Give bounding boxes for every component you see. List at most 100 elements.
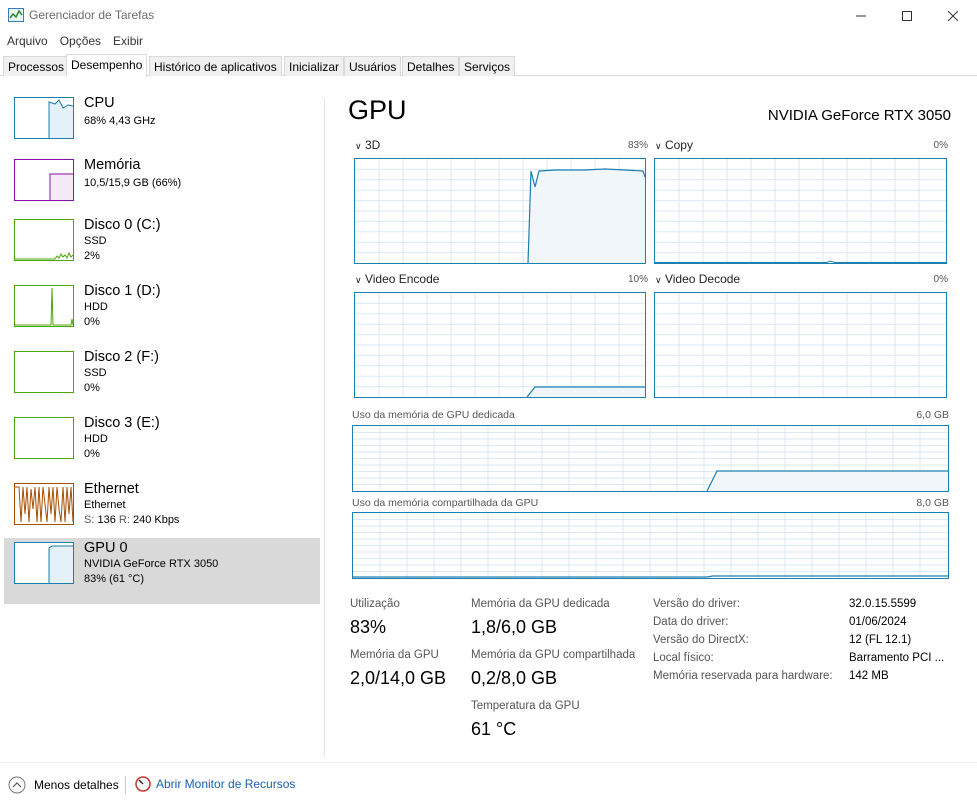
resource-type: SSD <box>84 367 107 379</box>
reserved-memory-value: 142 MB <box>849 670 889 682</box>
resource-cpu[interactable]: CPU 68% 4,43 GHz <box>4 93 320 159</box>
less-details-button[interactable]: Menos detalhes <box>8 776 119 794</box>
disk-3-thumbnail <box>14 417 74 459</box>
physical-location-label: Local físico: <box>653 652 714 664</box>
graph-dedicated-memory <box>352 425 949 492</box>
gpu-memory-value: 2,0/14,0 GB <box>350 668 447 688</box>
resource-name: GPU 0 <box>84 540 128 556</box>
engine-label: Video Encode <box>364 272 440 286</box>
send-value: 136 <box>97 514 116 526</box>
driver-date-value: 01/06/2024 <box>849 616 907 628</box>
tab-strip: Processos Desempenho Histórico de aplica… <box>0 54 977 77</box>
graph-3d-plot <box>355 159 645 263</box>
resource-type: HDD <box>84 301 108 313</box>
minimize-icon <box>856 15 866 16</box>
resource-detail: 0% <box>84 448 100 460</box>
disk-2-thumbnail <box>14 351 74 393</box>
shared-memory-stat-label: Memória da GPU compartilhada <box>471 649 636 661</box>
close-icon <box>948 10 958 21</box>
reserved-memory-label: Memória reservada para hardware: <box>653 670 833 682</box>
graph-copy <box>654 158 947 264</box>
resource-disk-3[interactable]: Disco 3 (E:) HDD 0% <box>4 413 320 479</box>
gpu-memory-label: Memória da GPU <box>350 649 439 661</box>
engine-selector-copy[interactable]: ∨ Copy <box>655 138 693 152</box>
resource-name: Disco 1 (D:) <box>84 283 161 299</box>
engine-label: Copy <box>664 138 693 152</box>
resource-detail: 10,5/15,9 GB (66%) <box>84 177 182 189</box>
maximize-button[interactable] <box>884 0 930 31</box>
engine-label: 3D <box>364 138 381 152</box>
graph-dedicated-memory-plot <box>353 426 948 491</box>
driver-date-label: Data do driver: <box>653 616 729 628</box>
engine-selector-video-encode[interactable]: ∨ Video Encode <box>355 272 439 286</box>
resource-name: Disco 0 (C:) <box>84 217 161 233</box>
resource-detail: 2% <box>84 250 100 262</box>
resource-name: Ethernet <box>84 481 139 497</box>
resource-disk-0[interactable]: Disco 0 (C:) SSD 2% <box>4 215 320 281</box>
resource-disk-1[interactable]: Disco 1 (D:) HDD 0% <box>4 281 320 347</box>
minimize-button[interactable] <box>838 0 884 31</box>
resource-memory[interactable]: Memória 10,5/15,9 GB (66%) <box>4 155 320 221</box>
menu-arquivo[interactable]: Arquivo <box>0 31 53 51</box>
tab-detalhes[interactable]: Detalhes <box>402 56 460 76</box>
tab-inicializar[interactable]: Inicializar <box>284 56 345 76</box>
graph-video-decode-plot <box>655 293 946 397</box>
engine-percent: 10% <box>627 274 648 285</box>
resource-detail: 0% <box>84 382 100 394</box>
receive-label: R: <box>118 514 130 526</box>
dedicated-memory-max: 6,0 GB <box>916 409 949 421</box>
graph-copy-plot <box>655 159 946 263</box>
memory-thumbnail <box>14 159 74 201</box>
dedicated-memory-label: Uso da memória de GPU dedicada <box>352 409 515 421</box>
tab-desempenho[interactable]: Desempenho <box>66 54 148 77</box>
chevron-down-icon: ∨ <box>655 141 662 151</box>
resource-type: HDD <box>84 433 108 445</box>
resource-monitor-icon <box>135 776 151 792</box>
resource-disk-2[interactable]: Disco 2 (F:) SSD 0% <box>4 347 320 413</box>
engine-label: Video Decode <box>664 272 741 286</box>
tab-historico[interactable]: Histórico de aplicativos <box>149 56 282 76</box>
title-bar: Gerenciador de Tarefas <box>0 0 977 31</box>
dedicated-memory-stat-value: 1,8/6,0 GB <box>471 617 558 637</box>
temperature-label: Temperatura da GPU <box>471 700 580 712</box>
driver-version-label: Versão do driver: <box>653 598 740 610</box>
gpu-model-name: NVIDIA GeForce RTX 3050 <box>767 107 951 124</box>
resource-detail: 83% (61 °C) <box>84 573 145 585</box>
resource-detail: S: 136 R: 240 Kbps <box>84 514 179 526</box>
menu-exibir[interactable]: Exibir <box>106 31 148 51</box>
tab-processos[interactable]: Processos <box>3 56 70 76</box>
menu-bar: Arquivo Opções Exibir <box>0 31 148 51</box>
engine-percent: 0% <box>933 274 948 285</box>
graph-shared-memory <box>352 512 949 579</box>
resource-name: CPU <box>84 95 115 111</box>
graph-video-encode-plot <box>355 293 645 397</box>
resource-type: NVIDIA GeForce RTX 3050 <box>84 558 219 570</box>
chevron-down-icon: ∨ <box>355 141 362 151</box>
disk-1-thumbnail <box>14 285 74 327</box>
graph-3d <box>354 158 646 264</box>
graph-video-encode <box>354 292 646 398</box>
task-manager-icon <box>8 8 24 22</box>
resource-name: Disco 3 (E:) <box>84 415 160 431</box>
panel-divider <box>324 98 325 756</box>
send-label: S: <box>84 514 95 526</box>
menu-opcoes[interactable]: Opções <box>53 31 106 51</box>
maximize-icon <box>902 10 912 21</box>
gpu-thumbnail <box>14 542 74 584</box>
close-button[interactable] <box>930 0 976 31</box>
tab-servicos[interactable]: Serviços <box>459 56 516 76</box>
engine-selector-3d[interactable]: ∨ 3D <box>355 138 380 152</box>
temperature-value: 61 °C <box>471 719 517 739</box>
shared-memory-max: 8,0 GB <box>916 497 949 509</box>
utilization-label: Utilização <box>350 598 400 610</box>
tab-usuarios[interactable]: Usuários <box>344 56 402 76</box>
window-title: Gerenciador de Tarefas <box>29 8 155 22</box>
engine-selector-video-decode[interactable]: ∨ Video Decode <box>655 272 740 286</box>
directx-version-value: 12 (FL 12.1) <box>849 634 912 646</box>
resource-gpu-0[interactable]: GPU 0 NVIDIA GeForce RTX 3050 83% (61 °C… <box>4 538 320 604</box>
directx-version-label: Versão do DirectX: <box>653 634 749 646</box>
open-resource-monitor-link[interactable]: Abrir Monitor de Recursos <box>135 776 295 792</box>
resource-ethernet[interactable]: Ethernet Ethernet S: 136 R: 240 Kbps <box>4 479 320 545</box>
graph-video-decode <box>654 292 947 398</box>
shared-memory-stat-value: 0,2/8,0 GB <box>471 668 558 688</box>
